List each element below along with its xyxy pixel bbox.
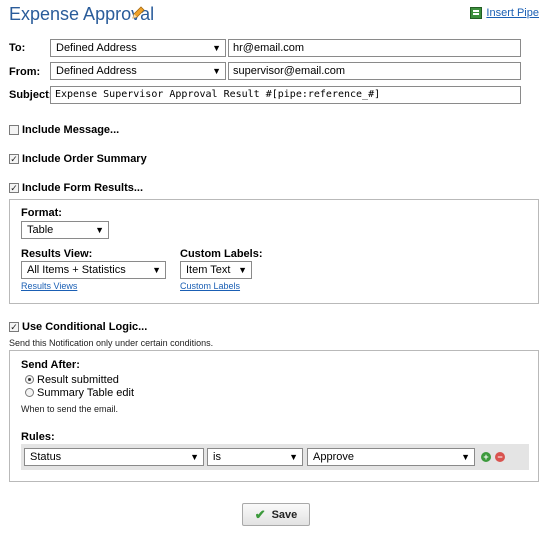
rule-field-select[interactable]: Status ▼ bbox=[24, 448, 204, 466]
chevron-down-icon: ▼ bbox=[289, 452, 298, 462]
conditional-logic-checkbox[interactable]: ✓ bbox=[9, 322, 19, 332]
pipe-icon bbox=[470, 7, 483, 19]
insert-pipe-label: Insert Pipe bbox=[486, 7, 539, 19]
custom-labels-link[interactable]: Custom Labels bbox=[180, 281, 240, 291]
include-form-results-label: Include Form Results... bbox=[22, 182, 144, 194]
results-view-select[interactable]: All Items + Statistics ▼ bbox=[21, 261, 166, 279]
chevron-down-icon: ▼ bbox=[212, 43, 221, 53]
summary-table-edit-label: Summary Table edit bbox=[37, 387, 135, 399]
send-after-label: Send After: bbox=[21, 359, 80, 371]
include-order-summary-label: Include Order Summary bbox=[22, 153, 147, 165]
chevron-down-icon: ▼ bbox=[238, 265, 247, 275]
subject-input[interactable]: Expense Supervisor Approval Result #[pip… bbox=[50, 86, 521, 104]
include-form-results-checkbox[interactable]: ✓ bbox=[9, 183, 19, 193]
send-after-help: When to send the email. bbox=[21, 404, 119, 414]
to-address-input[interactable]: hr@email.com bbox=[228, 39, 521, 57]
rule-operator-select[interactable]: is ▼ bbox=[207, 448, 303, 466]
chevron-down-icon: ▼ bbox=[152, 265, 161, 275]
pencil-icon[interactable] bbox=[130, 5, 146, 21]
format-label: Format: bbox=[21, 207, 62, 219]
chevron-down-icon: ▼ bbox=[95, 225, 104, 235]
custom-labels-select[interactable]: Item Text ▼ bbox=[180, 261, 252, 279]
subject-label: Subject: bbox=[9, 89, 53, 101]
add-rule-icon[interactable]: + bbox=[481, 452, 491, 462]
custom-labels-value: Item Text bbox=[186, 264, 231, 276]
to-type-select[interactable]: Defined Address ▼ bbox=[50, 39, 226, 57]
include-order-summary-checkbox[interactable]: ✓ bbox=[9, 154, 19, 164]
radio-summary-table-edit[interactable] bbox=[25, 388, 34, 397]
conditional-logic-label: Use Conditional Logic... bbox=[22, 321, 148, 333]
rule-field-value: Status bbox=[30, 451, 62, 463]
remove-rule-icon[interactable]: − bbox=[495, 452, 505, 462]
format-value: Table bbox=[27, 224, 54, 236]
radio-result-submitted[interactable] bbox=[25, 375, 34, 384]
rule-value-value: Approve bbox=[313, 451, 354, 463]
results-views-link[interactable]: Results Views bbox=[21, 281, 77, 291]
chevron-down-icon: ▼ bbox=[461, 452, 470, 462]
save-button[interactable]: ✔ Save bbox=[242, 503, 310, 526]
insert-pipe-link[interactable]: Insert Pipe bbox=[470, 7, 539, 19]
chevron-down-icon: ▼ bbox=[212, 66, 221, 76]
result-submitted-label: Result submitted bbox=[37, 374, 119, 386]
custom-labels-label: Custom Labels: bbox=[180, 248, 263, 260]
from-address-input[interactable]: supervisor@email.com bbox=[228, 62, 521, 80]
from-label: From: bbox=[9, 66, 41, 78]
include-message-label: Include Message... bbox=[22, 124, 120, 136]
format-select[interactable]: Table ▼ bbox=[21, 221, 109, 239]
from-type-value: Defined Address bbox=[56, 65, 137, 77]
rule-value-select[interactable]: Approve ▼ bbox=[307, 448, 475, 466]
include-message-checkbox[interactable] bbox=[9, 125, 19, 135]
to-label: To: bbox=[9, 42, 26, 54]
results-view-value: All Items + Statistics bbox=[27, 264, 126, 276]
to-type-value: Defined Address bbox=[56, 42, 137, 54]
conditional-logic-description: Send this Notification only under certai… bbox=[9, 338, 214, 348]
rules-label: Rules: bbox=[21, 431, 55, 443]
from-type-select[interactable]: Defined Address ▼ bbox=[50, 62, 226, 80]
results-view-label: Results View: bbox=[21, 248, 93, 260]
rule-operator-value: is bbox=[213, 451, 221, 463]
check-icon: ✔ bbox=[254, 506, 266, 522]
save-button-label: Save bbox=[271, 508, 298, 521]
chevron-down-icon: ▼ bbox=[190, 452, 199, 462]
